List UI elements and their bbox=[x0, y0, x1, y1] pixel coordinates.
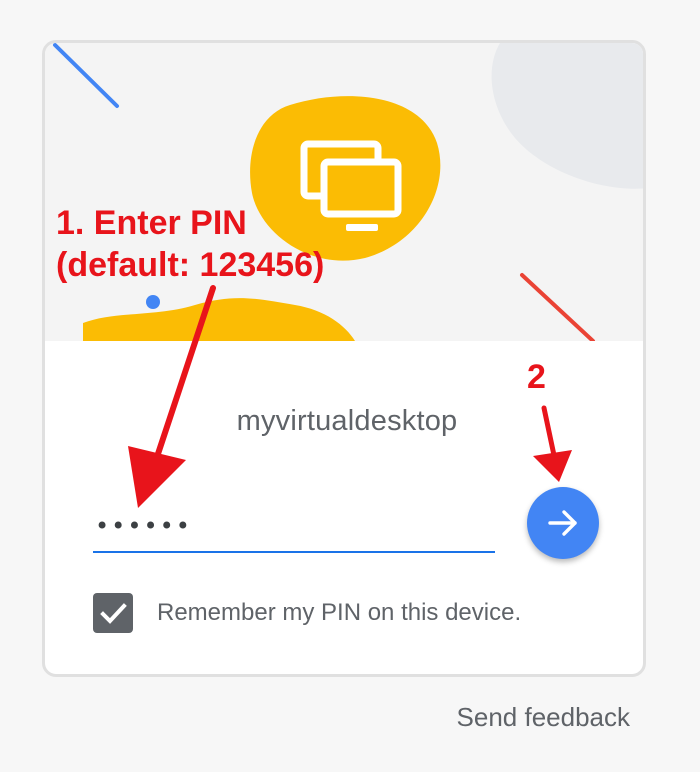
checkmark-icon bbox=[100, 603, 127, 624]
blue-dot-decoration bbox=[146, 295, 160, 309]
remote-desktop-pin-page: myvirtualdesktop Remember my PIN on this… bbox=[0, 0, 700, 772]
blue-line-decoration bbox=[53, 43, 119, 108]
pin-card: myvirtualdesktop Remember my PIN on this… bbox=[42, 40, 646, 677]
hero-banner bbox=[45, 43, 643, 341]
remember-pin-row: Remember my PIN on this device. bbox=[93, 593, 521, 633]
pin-input[interactable] bbox=[93, 501, 495, 553]
host-name: myvirtualdesktop bbox=[236, 405, 458, 437]
annotation-step-2: 2 bbox=[527, 358, 546, 396]
red-line-decoration bbox=[520, 273, 595, 341]
connect-button[interactable] bbox=[527, 487, 599, 559]
annotation-step-1-line1: 1. Enter PIN bbox=[56, 204, 247, 242]
remember-pin-label: Remember my PIN on this device. bbox=[157, 599, 522, 626]
yellow-wave-shape bbox=[83, 298, 355, 341]
annotation-step-1-line2: (default: 123456) bbox=[56, 246, 325, 284]
grey-blob-shape bbox=[491, 43, 643, 189]
annotation-step-1: 1. Enter PIN (default: 123456) bbox=[56, 202, 324, 286]
remember-pin-checkbox[interactable] bbox=[93, 593, 133, 633]
send-feedback-link[interactable]: Send feedback bbox=[457, 702, 630, 733]
arrow-right-icon bbox=[548, 510, 577, 536]
